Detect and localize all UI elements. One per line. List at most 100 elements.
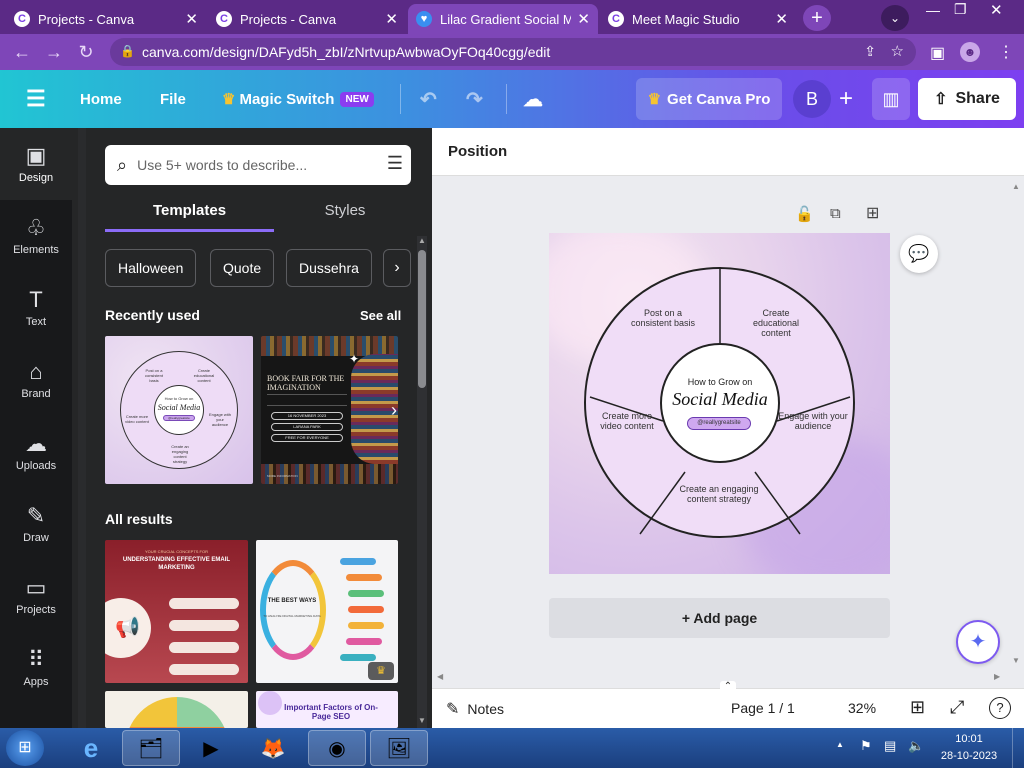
media-player-icon[interactable]: ▶ [182, 730, 240, 766]
chips-next-chevron-icon[interactable]: › [383, 249, 411, 287]
add-collaborator-plus-icon[interactable]: + [831, 80, 861, 118]
sidebar-item-projects[interactable]: ▭ Projects [0, 560, 72, 632]
sidebar-item-brand[interactable]: ⌂ Brand [0, 344, 72, 416]
close-tab-icon[interactable]: ✕ [185, 10, 198, 28]
forward-arrow-icon[interactable]: → [38, 42, 70, 63]
add-comment-icon[interactable]: 💬 [900, 235, 938, 273]
design-title-small[interactable]: How to Grow on [660, 377, 780, 387]
lock-icon[interactable]: 🔓 [795, 205, 814, 223]
design-title-big[interactable]: Social Media [655, 389, 785, 410]
sidebar-item-draw[interactable]: ✎ Draw [0, 488, 72, 560]
file-menu-button[interactable]: File [160, 70, 186, 128]
magic-assistant-sparkle-icon[interactable]: ✦ [956, 620, 1000, 664]
design-segment-label[interactable]: Engage with your audience [778, 411, 848, 431]
browser-menu-icon[interactable]: ⋮ [998, 42, 1014, 62]
clock-date[interactable]: 28-10-2023 [936, 750, 1002, 762]
design-handle-pill[interactable]: @reallygreatsite [687, 417, 751, 430]
share-page-icon[interactable]: ⇪ [864, 43, 876, 60]
notes-button[interactable]: ✎ Notes [446, 699, 504, 719]
user-avatar[interactable]: B [793, 80, 831, 118]
internet-explorer-icon[interactable]: e [62, 730, 120, 766]
new-tab-plus-icon[interactable]: + [803, 5, 831, 31]
canvas-scroll-right-icon[interactable]: ▶ [994, 672, 1000, 681]
redo-icon[interactable]: ↷ [466, 70, 483, 128]
window-minimize-icon[interactable]: — [926, 2, 940, 18]
bookmark-star-icon[interactable]: ☆ [891, 42, 904, 60]
url-field[interactable]: 🔒 canva.com/design/DAFyd5h_zbI/zNrtvupAw… [110, 38, 916, 66]
scroll-up-arrow-icon[interactable]: ▲ [418, 236, 426, 245]
filter-sliders-icon[interactable]: ☰ [387, 153, 403, 174]
scroll-down-arrow-icon[interactable]: ▼ [418, 716, 426, 725]
home-button[interactable]: Home [80, 70, 122, 128]
canvas-scroll-down-icon[interactable]: ▼ [1012, 656, 1020, 665]
sidebar-toggle-icon[interactable]: ▣ [930, 43, 945, 63]
chip-quote[interactable]: Quote [210, 249, 275, 287]
sidebar-item-uploads[interactable]: ☁ Uploads [0, 416, 72, 488]
sidebar-item-elements[interactable]: ♧ Elements [0, 200, 72, 272]
browser-tab[interactable]: C Projects - Canva ✕ [6, 4, 206, 34]
tab-search-chevron-icon[interactable]: ⌄ [881, 5, 909, 31]
sidebar-item-text[interactable]: T Text [0, 272, 72, 344]
undo-icon[interactable]: ↶ [420, 70, 437, 128]
profile-avatar-icon[interactable]: ☻ [960, 42, 980, 62]
tab-styles[interactable]: Styles [290, 196, 400, 232]
clock-time[interactable]: 10:01 [940, 733, 998, 745]
chip-halloween[interactable]: Halloween [105, 249, 197, 287]
show-pages-chevron-icon[interactable]: ⌃ [720, 681, 736, 692]
tab-templates[interactable]: Templates [105, 196, 274, 232]
design-segment-label[interactable]: Create educational content [741, 308, 811, 338]
volume-icon[interactable]: 🔈 [908, 738, 924, 754]
back-arrow-icon[interactable]: ← [6, 42, 38, 63]
add-page-button[interactable]: + Add page [549, 598, 890, 638]
browser-tab[interactable]: C Meet Magic Studio ✕ [600, 4, 796, 34]
close-tab-icon[interactable]: ✕ [385, 10, 398, 28]
template-search-input[interactable]: ⌕ Use 5+ words to describe... ☰ [105, 145, 411, 185]
browser-tab[interactable]: C Projects - Canva ✕ [208, 4, 406, 34]
reload-icon[interactable]: ↻ [70, 42, 102, 63]
position-button[interactable]: Position [448, 143, 507, 160]
close-tab-icon[interactable]: ✕ [775, 10, 788, 28]
zoom-level[interactable]: 32% [848, 700, 876, 716]
design-segment-label[interactable]: Create an engaging content strategy [679, 484, 759, 504]
design-segment-label[interactable]: Post on a consistent basis [628, 308, 698, 328]
design-segment-label[interactable]: Create more video content [592, 411, 662, 431]
start-button-icon[interactable]: ⊞ [6, 730, 44, 766]
design-page[interactable]: How to Grow on Social Media @reallygreat… [549, 233, 890, 574]
window-close-icon[interactable]: ✕ [990, 1, 1003, 19]
window-restore-icon[interactable]: ❐ [954, 1, 967, 18]
recent-template-social-media[interactable]: How to Grow on Social Media @reallygreat… [105, 336, 253, 484]
result-template-email-marketing[interactable]: YOUR CRUCIAL CONCEPTS FOR UNDERSTANDING … [105, 540, 248, 683]
share-button[interactable]: ⇧ Share [918, 78, 1016, 120]
chip-dussehra[interactable]: Dussehra [286, 249, 372, 287]
result-template-partial[interactable] [105, 691, 248, 728]
add-page-icon[interactable]: ⊞ [866, 203, 879, 223]
cloud-saved-icon[interactable]: ☁ [523, 70, 543, 128]
sidebar-item-apps[interactable]: ⠿ Apps [0, 632, 72, 704]
action-center-flag-icon[interactable]: ⚑ [860, 738, 872, 754]
canvas-scroll-up-icon[interactable]: ▲ [1012, 182, 1020, 191]
firefox-icon[interactable]: 🦊 [244, 730, 302, 766]
sidebar-item-design[interactable]: ▣ Design [0, 128, 72, 200]
magic-switch-button[interactable]: ♛ Magic Switch NEW [222, 70, 374, 128]
hamburger-menu-icon[interactable]: ☰ [26, 70, 46, 128]
result-template-seo[interactable]: Important Factors of On-Page SEO [256, 691, 398, 728]
result-template-best-ways[interactable]: THE BEST WAYS TO ANALYZE DIGITAL MARKETI… [256, 540, 398, 683]
recent-template-book-fair[interactable]: ✦ BOOK FAIR FOR THE IMAGINATION 16 NOVEM… [261, 336, 398, 484]
carousel-next-chevron-icon[interactable]: › [384, 396, 404, 424]
close-tab-icon[interactable]: ✕ [577, 10, 590, 28]
tray-overflow-icon[interactable]: ▲ [836, 740, 844, 749]
chrome-icon[interactable]: ◉ [308, 730, 366, 766]
canvas-scroll-left-icon[interactable]: ◀ [437, 672, 443, 681]
panel-scrollbar-thumb[interactable] [418, 250, 426, 388]
photos-app-icon[interactable]: 🖼 [370, 730, 428, 766]
grid-view-icon[interactable]: ⊞ [910, 697, 925, 718]
browser-tab-active[interactable]: ♥ Lilac Gradient Social Me ✕ [408, 4, 598, 34]
see-all-link[interactable]: See all [360, 308, 401, 323]
get-canva-pro-button[interactable]: ♛ Get Canva Pro [636, 78, 782, 120]
fullscreen-icon[interactable]: ⤢ [950, 697, 964, 718]
file-explorer-icon[interactable]: 🗂 [122, 730, 180, 766]
help-icon[interactable]: ? [989, 697, 1011, 719]
duplicate-page-icon[interactable]: ⧉ [830, 205, 841, 222]
page-counter[interactable]: Page 1 / 1 [731, 700, 795, 716]
network-icon[interactable]: ▤ [884, 738, 896, 754]
